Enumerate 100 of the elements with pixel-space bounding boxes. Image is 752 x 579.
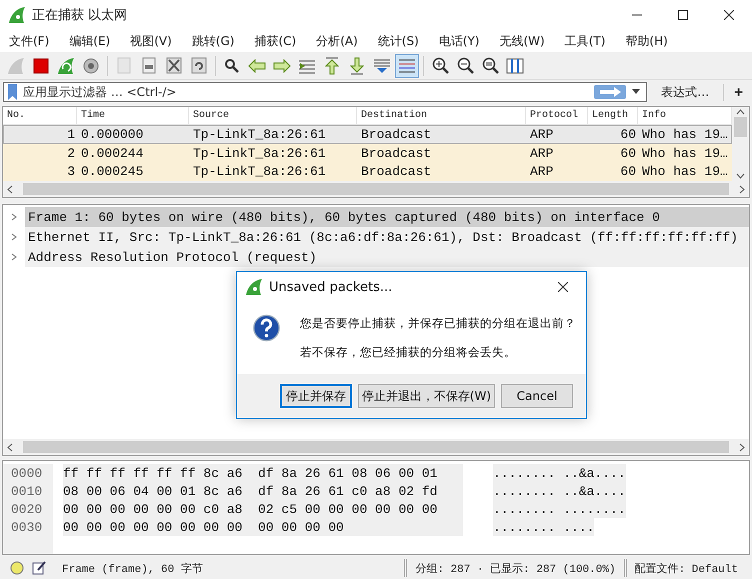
- zoom-reset-icon: [482, 57, 498, 74]
- menu-item[interactable]: 工具(T): [558, 32, 612, 50]
- go-to-line-icon: [298, 58, 316, 74]
- menu-item[interactable]: 统计(S): [370, 32, 426, 50]
- table-cell-text: 60: [619, 144, 637, 162]
- up-caret-icon[interactable]: [736, 109, 745, 115]
- down-arrow-icon: [350, 56, 364, 74]
- expression-button[interactable]: 表达式…: [651, 84, 720, 100]
- chevron-icon[interactable]: [9, 212, 19, 222]
- table-cell-text: 60: [619, 163, 637, 180]
- packet-count: 分组: 287 · 已显示: 287 (100.0%): [415, 562, 616, 576]
- status-dot-icon: [10, 561, 24, 575]
- hex-bytes: ff ff ff ff ff ff 8c a6 df 8a 26 61 08 06 00 01: [63, 464, 463, 482]
- search-icon: [224, 58, 240, 74]
- column-header[interactable]: Time: [77, 107, 189, 124]
- column-header[interactable]: No.: [3, 107, 77, 124]
- settings-icon: [83, 58, 99, 74]
- column-header[interactable]: Protocol: [526, 107, 588, 124]
- byte-offset: 0010: [11, 482, 42, 500]
- dialog-button[interactable]: 停止并保存: [280, 384, 352, 408]
- filter-input[interactable]: 应用显示过滤器 … <Ctrl-/>: [19, 83, 594, 101]
- profile-label[interactable]: 配置文件: Default: [634, 560, 738, 576]
- left-arrow-icon: [248, 58, 266, 72]
- restart-fin-icon: [57, 56, 75, 74]
- menu-item[interactable]: 编辑(E): [62, 32, 118, 50]
- hex-bytes: 00 00 00 00 00 00 00 00 00 00 00 00: [63, 518, 463, 536]
- byte-offset: 0030: [11, 518, 42, 536]
- down-caret-icon[interactable]: [736, 173, 745, 179]
- zoom-in-icon: [432, 57, 448, 74]
- table-cell-text: Who has 19…: [641, 144, 729, 162]
- scrollbar-thumb[interactable]: [734, 117, 747, 137]
- add-filter-button[interactable]: +: [723, 84, 749, 100]
- table-cell-text: Broadcast: [360, 126, 432, 143]
- table-cell-text: 3: [66, 163, 76, 180]
- fin-icon: [7, 56, 25, 74]
- app-logo-icon: [245, 278, 263, 296]
- dialog-message: 您是否要停止捕获，并保存已捕获的分组在退出前？: [300, 316, 576, 331]
- ascii-bytes: ........ ..&a....: [493, 482, 626, 500]
- menu-item[interactable]: 跳转(G): [184, 32, 242, 50]
- binary-file-icon: [142, 57, 156, 74]
- right-caret-icon[interactable]: [739, 442, 745, 452]
- table-cell-text: 1: [66, 126, 76, 143]
- menu-item[interactable]: 分析(A): [309, 32, 365, 50]
- horizontal-scrollbar[interactable]: [3, 439, 749, 455]
- autoscroll-icon: [373, 58, 391, 74]
- byte-offset: 0020: [11, 500, 42, 518]
- left-caret-icon[interactable]: [7, 184, 13, 194]
- left-caret-icon[interactable]: [7, 442, 13, 452]
- hex-bytes: 00 00 00 00 00 00 c0 a8 02 c5 00 00 00 00 00 00: [63, 500, 463, 518]
- column-header[interactable]: Source: [189, 107, 357, 124]
- reload-icon: [191, 57, 207, 74]
- right-caret-icon[interactable]: [739, 184, 745, 194]
- table-cell-text: 2: [66, 144, 76, 162]
- zoom-out-icon: [456, 57, 474, 74]
- packet-row[interactable]: 1 0.000000 Tp-LinkT_8a:26:61 Broadcast ARP 60 Who has 19…: [3, 125, 732, 144]
- dialog-message: 若不保存，您已经捕获的分组将会丢失。: [300, 345, 517, 360]
- vertical-scrollbar[interactable]: [732, 107, 749, 181]
- toolbar-button[interactable]: [395, 54, 419, 78]
- table-cell-text: 0.000244: [80, 144, 144, 162]
- column-header[interactable]: Length: [588, 107, 638, 124]
- chevron-icon[interactable]: [9, 232, 19, 242]
- ascii-bytes: ........ ....: [493, 518, 594, 536]
- table-cell-text: 60: [619, 126, 637, 143]
- app-logo-icon: [8, 6, 26, 24]
- menu-item[interactable]: 电话(Y): [432, 32, 486, 50]
- close-file-icon: [166, 57, 182, 74]
- menu-item[interactable]: 捕获(C): [247, 32, 304, 50]
- table-cell-text: Broadcast: [360, 163, 432, 180]
- colored-lines-icon: [398, 58, 416, 74]
- chevron-icon[interactable]: [9, 252, 19, 262]
- file-icon: [117, 57, 131, 74]
- dialog-button[interactable]: 停止并退出，不保存(W): [358, 384, 495, 408]
- packet-row[interactable]: 2 0.000244 Tp-LinkT_8a:26:61 Broadcast ARP 60 Who has 19…: [3, 144, 732, 162]
- up-arrow-icon: [325, 56, 339, 74]
- tree-item[interactable]: Address Resolution Protocol (request): [25, 247, 749, 267]
- table-cell-text: ARP: [529, 144, 554, 162]
- bookmark-icon[interactable]: [7, 83, 19, 101]
- dropdown-caret-icon[interactable]: [631, 88, 642, 96]
- filter-field[interactable]: 应用显示过滤器 … <Ctrl-/>: [3, 82, 648, 102]
- byte-offset: 0000: [11, 464, 42, 482]
- menu-item[interactable]: 文件(F): [2, 32, 56, 50]
- tree-item[interactable]: Ethernet II, Src: Tp-LinkT_8a:26:61 (8c:a6:df:8a:26:61), Dst: Broadcast (ff:ff:ff:ff:ff:ff): [25, 227, 749, 247]
- table-cell-text: ARP: [529, 163, 554, 180]
- horizontal-scrollbar[interactable]: [3, 181, 749, 197]
- tree-item[interactable]: Frame 1: 60 bytes on wire (480 bits), 60 bytes captured (480 bits) on interface 0: [25, 207, 749, 227]
- menu-item[interactable]: 帮助(H): [618, 32, 675, 50]
- dialog-button[interactable]: Cancel: [501, 384, 573, 408]
- maximize-icon: [678, 10, 688, 20]
- table-cell-text: Tp-LinkT_8a:26:61: [192, 144, 327, 162]
- menu-item[interactable]: 无线(W): [492, 32, 552, 50]
- column-header[interactable]: Destination: [357, 107, 526, 124]
- edit-note-icon[interactable]: [32, 561, 46, 575]
- stop-icon: [33, 58, 49, 74]
- packet-row[interactable]: 3 0.000245 Tp-LinkT_8a:26:61 Broadcast ARP 60 Who has 19…: [3, 162, 732, 181]
- ascii-bytes: ........ ..&a....: [493, 464, 626, 482]
- close-icon: [724, 10, 734, 20]
- close-icon: [558, 282, 568, 292]
- menu-item[interactable]: 视图(V): [123, 32, 179, 50]
- table-cell-text: Who has 19…: [641, 163, 729, 180]
- table-cell-text: ARP: [529, 126, 554, 143]
